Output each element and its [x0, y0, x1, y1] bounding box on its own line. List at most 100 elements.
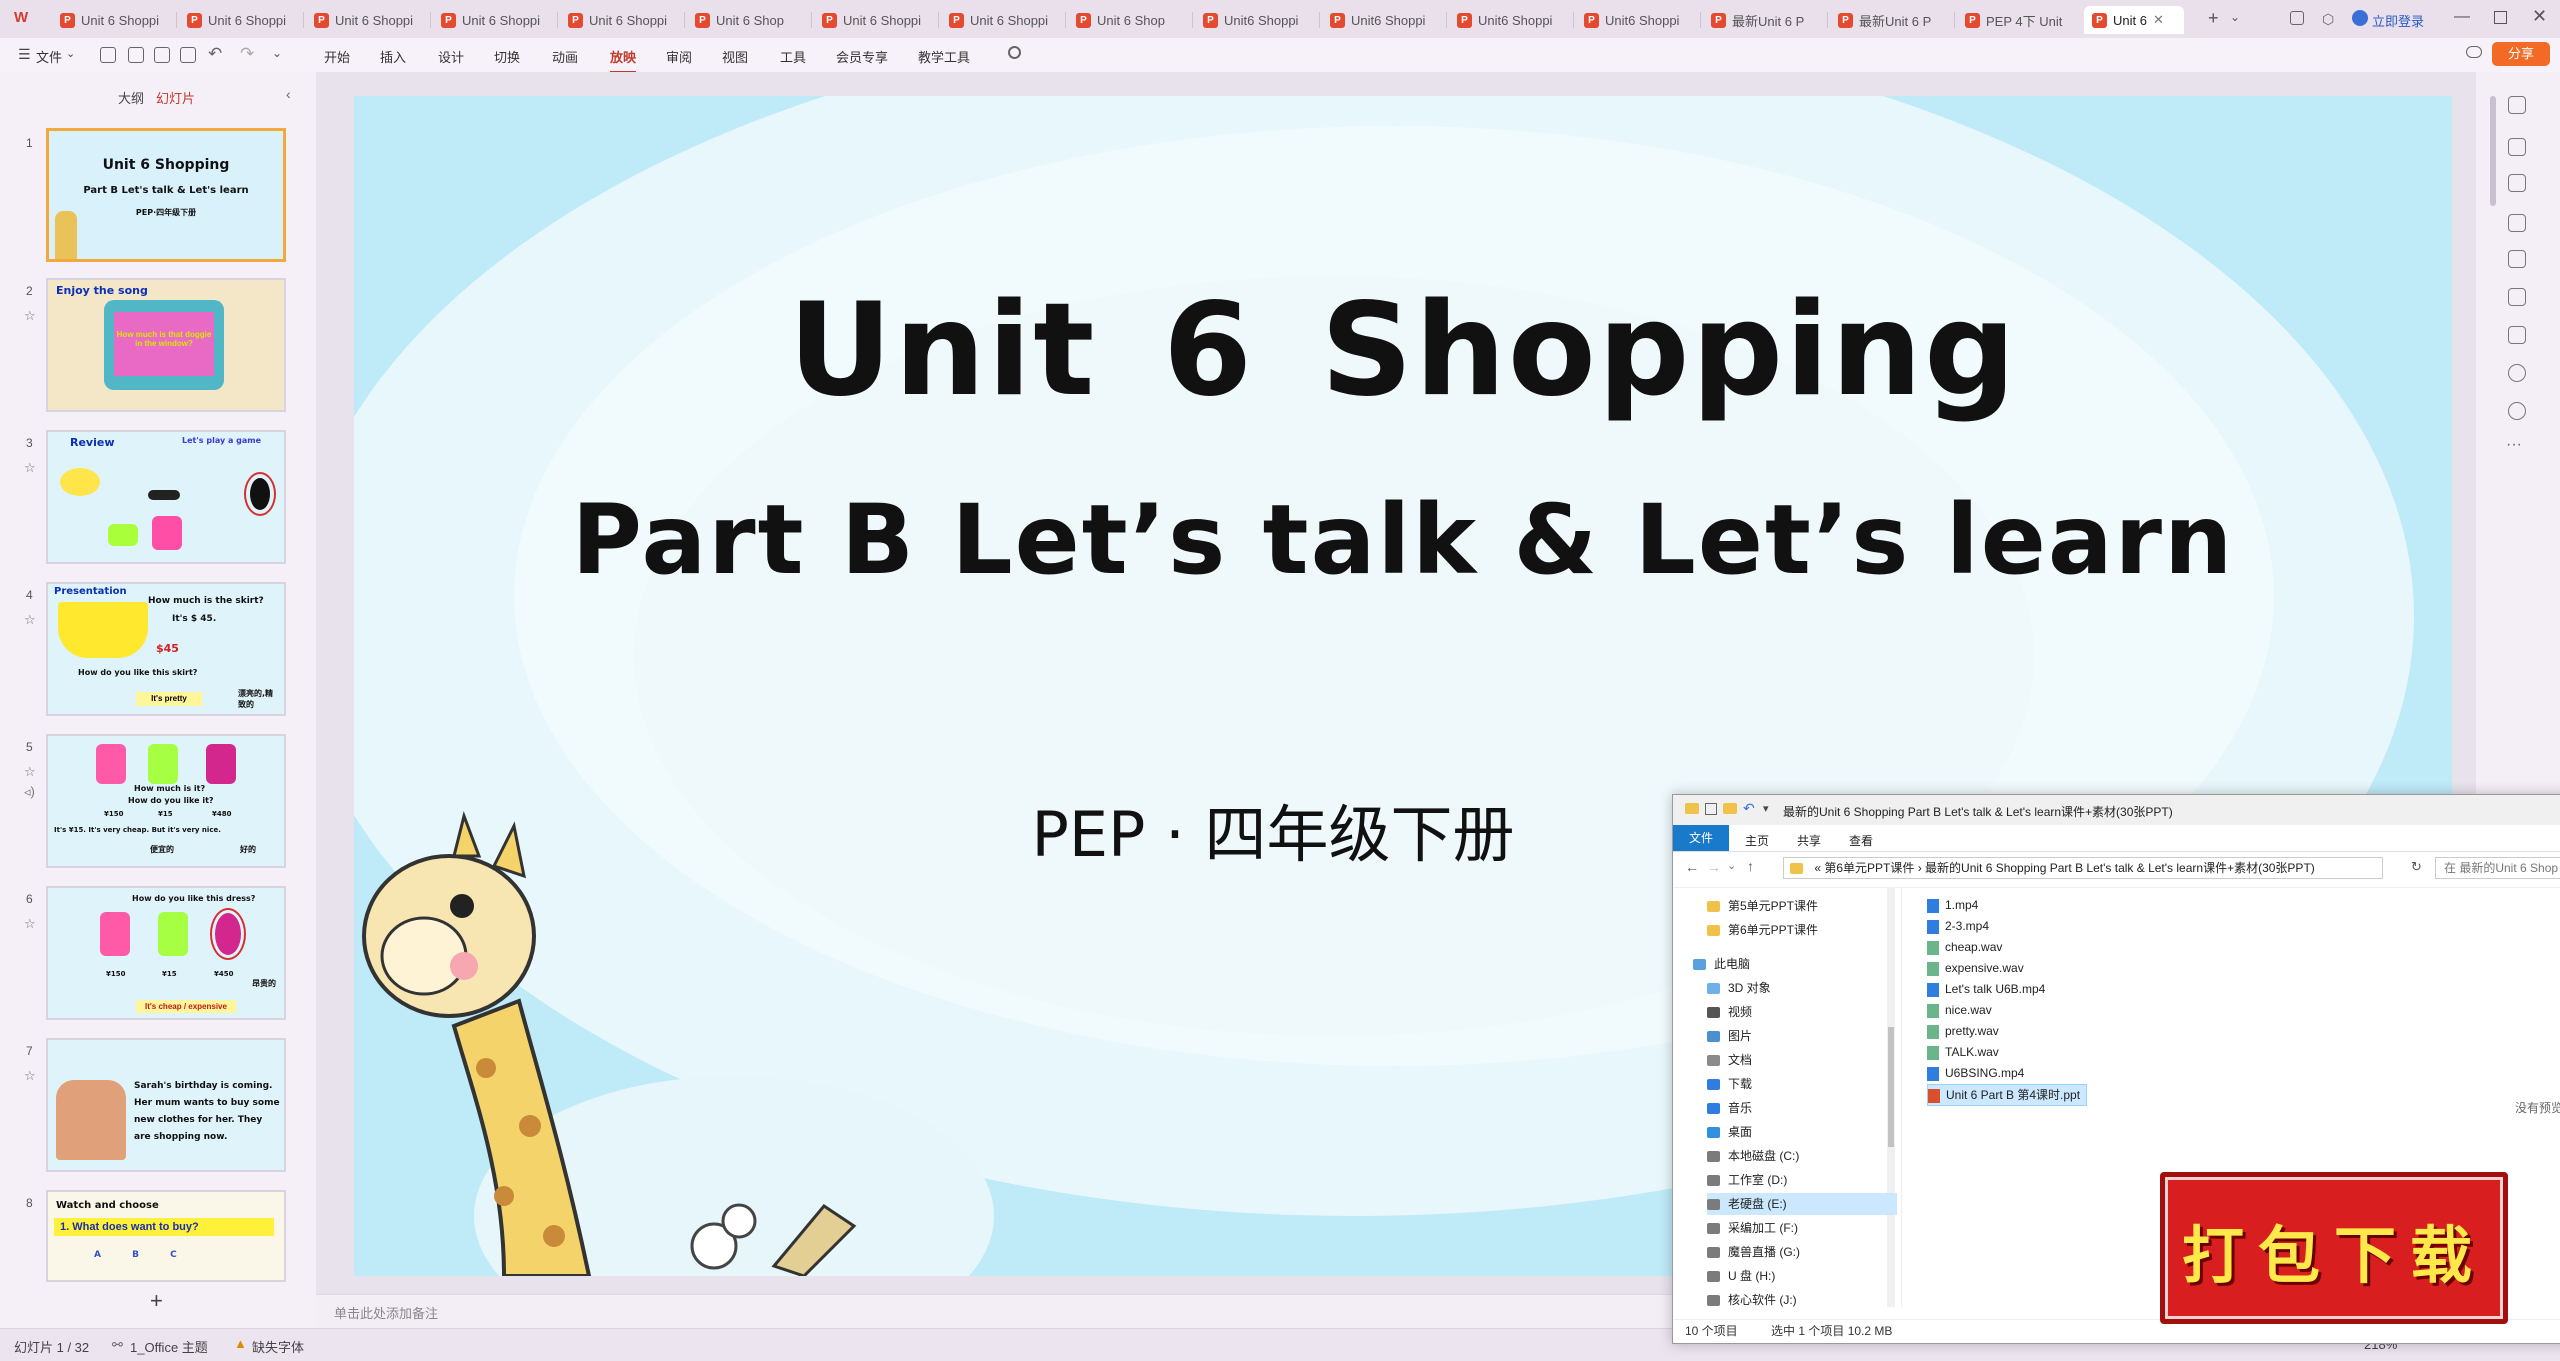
explorer-address-bar[interactable]: « 第6单元PPT课件 › 最新的Unit 6 Shopping Part B …	[1783, 857, 2383, 879]
document-tab[interactable]: P Unit 6 Shoppi	[433, 6, 556, 34]
ribbon-tab[interactable]: 设计	[438, 47, 464, 66]
explorer-tab-view[interactable]: 查看	[1849, 832, 1873, 849]
explorer-tab-home[interactable]: 主页	[1745, 832, 1769, 849]
nav-item[interactable]: 工作室 (D:)	[1707, 1169, 1787, 1191]
tools-icon[interactable]	[2508, 288, 2526, 306]
star-icon[interactable]	[2508, 174, 2526, 192]
ribbon-tab[interactable]: 插入	[380, 47, 406, 66]
file-list-item[interactable]: nice.wav	[1927, 1000, 1992, 1020]
theme-name[interactable]: 1_Office 主题	[130, 1337, 208, 1356]
document-tab[interactable]: P Unit 6 ✕	[2084, 6, 2184, 34]
document-tab[interactable]: P Unit 6 Shop	[1068, 6, 1191, 34]
login-link[interactable]: 立即登录	[2372, 11, 2424, 30]
slide-thumbnail-8[interactable]: Watch and choose 1. What does want to bu…	[46, 1190, 286, 1282]
help-icon[interactable]	[2508, 364, 2526, 382]
new-tab-button[interactable]: +	[2208, 8, 2219, 29]
nav-item[interactable]: U 盘 (H:)	[1707, 1265, 1775, 1287]
restore-icon[interactable]	[2494, 11, 2507, 24]
document-tab[interactable]: P 最新Unit 6 P	[1830, 6, 1953, 34]
tab-slides[interactable]: 幻灯片	[156, 88, 195, 107]
file-list-item[interactable]: U6BSING.mp4	[1927, 1063, 2024, 1083]
file-menu[interactable]: 文件	[36, 47, 62, 66]
document-tab[interactable]: P Unit6 Shoppi	[1449, 6, 1572, 34]
slide-counter[interactable]: 幻灯片 1 / 32	[14, 1337, 89, 1356]
document-tab[interactable]: P Unit 6 Shop	[687, 6, 810, 34]
slide-thumbnail-2[interactable]: Enjoy the song How much is that doggie i…	[46, 278, 286, 412]
star-icon[interactable]: ☆	[24, 916, 36, 932]
animation-icon[interactable]	[2508, 138, 2526, 156]
document-tab[interactable]: P Unit6 Shoppi	[1322, 6, 1445, 34]
nav-scroll-thumb[interactable]	[1888, 1027, 1894, 1147]
star-icon[interactable]: ☆	[24, 764, 36, 780]
explorer-tab-share[interactable]: 共享	[1797, 832, 1821, 849]
document-tab[interactable]: P Unit 6 Shoppi	[52, 6, 175, 34]
nav-item[interactable]: 文档	[1707, 1049, 1752, 1071]
nav-item[interactable]: 核心软件 (J:)	[1707, 1289, 1797, 1311]
star-icon[interactable]: ☆	[24, 612, 36, 628]
properties-icon[interactable]	[1705, 803, 1717, 815]
slide-subtitle[interactable]: Part B Let’s talk & Let’s learn	[354, 484, 2452, 596]
ribbon-tab[interactable]: 放映	[610, 47, 637, 73]
hamburger-icon[interactable]: ☰	[18, 46, 31, 63]
ribbon-tab[interactable]: 切换	[494, 47, 520, 66]
file-list-item[interactable]: Let's talk U6B.mp4	[1927, 979, 2045, 999]
undo-icon[interactable]: ↶	[208, 44, 222, 64]
up-arrow-icon[interactable]: ↑	[1747, 858, 1754, 874]
slide-thumbnail-5[interactable]: How much is it? How do you like it? ¥150…	[46, 734, 286, 868]
ribbon-tab[interactable]: 动画	[552, 47, 578, 66]
cloud-sync-icon[interactable]	[2466, 46, 2482, 58]
nav-item[interactable]: 3D 对象	[1707, 977, 1771, 999]
file-list-item[interactable]: 1.mp4	[1927, 895, 1978, 915]
search-icon[interactable]	[1008, 46, 1021, 59]
audio-icon[interactable]: ◃)	[24, 784, 35, 800]
print-icon[interactable]	[154, 47, 170, 63]
settings-sliders-icon[interactable]	[2508, 96, 2526, 114]
slide-thumbnail-4[interactable]: Presentation How much is the skirt? It's…	[46, 582, 286, 716]
star-icon[interactable]: ☆	[24, 308, 36, 324]
document-tab[interactable]: P Unit 6 Shoppi	[814, 6, 937, 34]
star-icon[interactable]: ☆	[24, 460, 36, 476]
document-tab[interactable]: P Unit6 Shoppi	[1195, 6, 1318, 34]
slide-thumbnail-7[interactable]: Sarah's birthday is coming. Her mum want…	[46, 1038, 286, 1172]
slide-title[interactable]: Unit 6 Shopping	[354, 276, 2452, 425]
forward-arrow-icon[interactable]: →	[1707, 859, 1721, 875]
scrollbar[interactable]	[2490, 96, 2496, 206]
slide-thumbnail-3[interactable]: Review Let's play a game	[46, 430, 286, 564]
avatar[interactable]	[2352, 10, 2368, 26]
document-tab[interactable]: P 最新Unit 6 P	[1703, 6, 1826, 34]
nav-item[interactable]: 图片	[1707, 1025, 1752, 1047]
explorer-search-input[interactable]: 在 最新的Unit 6 Shop	[2435, 857, 2560, 879]
document-tab[interactable]: P PEP 4下 Unit	[1957, 6, 2080, 34]
file-list-item[interactable]: expensive.wav	[1927, 958, 2024, 978]
slide-thumbnail-6[interactable]: How do you like this dress? ¥150 ¥15 ¥45…	[46, 886, 286, 1020]
quick-access-chevron-icon[interactable]: ▾	[1763, 802, 1769, 815]
print-preview-icon[interactable]	[180, 47, 196, 63]
nav-item[interactable]: 魔兽直播 (G:)	[1707, 1241, 1800, 1263]
chart-icon[interactable]	[2508, 250, 2526, 268]
layout-icon[interactable]	[2508, 326, 2526, 344]
quick-access-more-icon[interactable]: ⌄	[272, 46, 282, 60]
nav-item[interactable]: 老硬盘 (E:)	[1707, 1193, 1897, 1215]
missing-font-button[interactable]: 缺失字体	[252, 1337, 304, 1356]
ribbon-tab[interactable]: 会员专享	[836, 47, 888, 66]
nav-item[interactable]: 视频	[1707, 1001, 1752, 1023]
share-button[interactable]: 分享	[2492, 42, 2550, 66]
add-slide-button[interactable]: +	[150, 1288, 163, 1314]
tab-outline[interactable]: 大纲	[118, 88, 144, 107]
panel-collapse-icon[interactable]: ‹	[286, 86, 291, 102]
copy-icon[interactable]	[2508, 214, 2526, 232]
file-list-item[interactable]: 2-3.mp4	[1927, 916, 1989, 936]
back-arrow-icon[interactable]: ←	[1685, 859, 1699, 875]
gear-icon[interactable]	[2508, 402, 2526, 420]
tab-list-chevron-icon[interactable]: ⌄	[2230, 10, 2240, 24]
ribbon-tab[interactable]: 视图	[722, 47, 748, 66]
ribbon-tab[interactable]: 开始	[324, 47, 350, 66]
more-icon[interactable]: ···	[2506, 436, 2522, 454]
nav-item[interactable]: 第6单元PPT课件	[1707, 919, 1818, 941]
window-layout-icon[interactable]	[2290, 11, 2304, 25]
close-tab-icon[interactable]: ✕	[2153, 12, 2164, 28]
close-window-icon[interactable]: ✕	[2532, 6, 2547, 27]
undo-icon[interactable]: ↶	[1743, 800, 1755, 817]
nav-item[interactable]: 采编加工 (F:)	[1707, 1217, 1798, 1239]
ribbon-tab[interactable]: 工具	[780, 47, 806, 66]
